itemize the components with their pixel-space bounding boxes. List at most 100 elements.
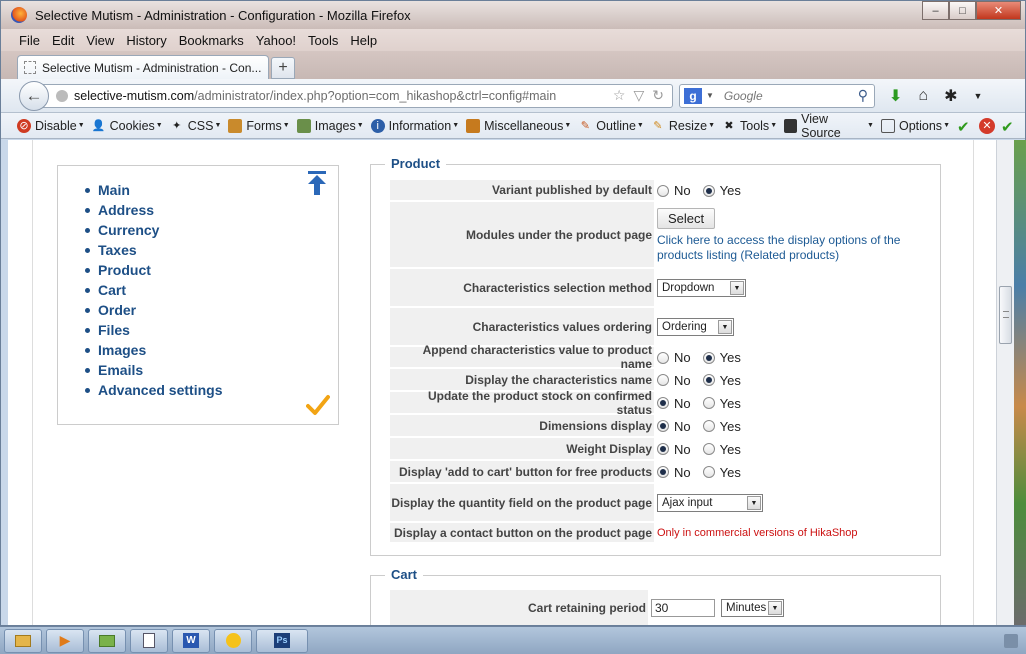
add-to-cart-free-yes-radio[interactable] — [702, 466, 715, 478]
bookmark-star-icon[interactable]: ☆ — [613, 87, 626, 104]
append-char-no-radio[interactable] — [657, 351, 669, 364]
taskbar-word[interactable]: W — [172, 628, 210, 653]
taskbar-network[interactable] — [88, 628, 126, 653]
page-viewport: Main Address Currency Taxes Product Cart… — [8, 140, 996, 625]
display-options-link[interactable]: Click here to access the display options… — [657, 233, 900, 263]
error-icon[interactable]: ✕ — [979, 117, 995, 134]
tool-information[interactable]: i Information ▼ — [370, 118, 460, 133]
tab-selective-mutism[interactable]: Selective Mutism - Administration - Con.… — [17, 55, 269, 79]
back-to-top-icon[interactable] — [306, 169, 328, 197]
bullet-icon — [85, 387, 90, 393]
search-bar[interactable]: g ▼ Google ⚲ — [679, 83, 875, 108]
bullet-icon — [85, 287, 90, 293]
url-bar[interactable]: selective-mutism.com/administrator/index… — [43, 83, 673, 108]
menu-link-main[interactable]: Main — [85, 180, 222, 200]
cart-retaining-unit-dropdown[interactable]: Minutes ▼ — [721, 599, 784, 617]
menu-link-label: Product — [98, 262, 151, 278]
caret-icon: ▼ — [155, 122, 163, 129]
weight-yes-radio[interactable] — [702, 443, 715, 455]
char-selection-dropdown[interactable]: Dropdown ▼ — [657, 279, 746, 297]
menu-view[interactable]: View — [80, 33, 120, 48]
select-modules-button[interactable]: Select — [657, 207, 716, 229]
display-char-name-yes-radio[interactable] — [702, 374, 715, 386]
pencil-icon: ✎ — [580, 120, 590, 132]
new-tab-button[interactable]: + — [271, 57, 295, 79]
maximize-button[interactable]: □ — [949, 1, 976, 20]
window-title: Selective Mutism - Administration - Conf… — [35, 7, 411, 23]
tool-view-source[interactable]: View Source ▼ — [784, 112, 874, 140]
menu-bookmarks[interactable]: Bookmarks — [173, 33, 250, 48]
chevron-down-icon[interactable]: ▼ — [973, 91, 982, 101]
home-icon[interactable]: ⌂ — [918, 87, 928, 105]
search-input[interactable]: Google — [724, 89, 858, 103]
scrollbar-thumb[interactable] — [999, 286, 1012, 344]
menu-link-order[interactable]: Order — [85, 300, 222, 320]
menu-link-images[interactable]: Images — [85, 340, 222, 360]
page-scrollbar[interactable] — [996, 140, 1014, 625]
tool-miscellaneous[interactable]: Miscellaneous ▼ — [466, 118, 571, 133]
close-button[interactable]: ✕ — [976, 1, 1021, 20]
tool-disable[interactable]: ⊘ Disable ▼ — [17, 118, 85, 133]
menu-link-cart[interactable]: Cart — [85, 280, 222, 300]
taskbar-explorer[interactable] — [4, 628, 42, 653]
menu-edit[interactable]: Edit — [46, 33, 80, 48]
tool-css[interactable]: ✦ CSS ▼ — [170, 119, 221, 133]
cart-retaining-period-input[interactable]: 30 — [651, 599, 715, 617]
dimensions-no-radio[interactable] — [657, 420, 669, 432]
taskbar-photoshop[interactable]: Ps — [256, 628, 308, 653]
variant-published-no-radio[interactable] — [657, 184, 669, 197]
css-valid-check-icon[interactable]: ✔ — [957, 118, 973, 136]
menu-help[interactable]: Help — [344, 33, 383, 48]
tool-cookies[interactable]: 👤 Cookies ▼ — [92, 119, 163, 133]
tool-resize[interactable]: ✎ Resize ▼ — [651, 119, 715, 133]
tool-forms[interactable]: Forms ▼ — [228, 118, 290, 133]
menu-tools[interactable]: Tools — [302, 33, 344, 48]
menu-link-currency[interactable]: Currency — [85, 220, 222, 240]
row-dimensions: Dimensions display No Yes — [390, 415, 935, 437]
char-ordering-dropdown[interactable]: Ordering ▼ — [657, 318, 734, 336]
title-bar: Selective Mutism - Administration - Conf… — [1, 1, 1025, 29]
tool-tools[interactable]: ✖ Tools ▼ — [722, 119, 777, 133]
tool-images[interactable]: Images ▼ — [296, 118, 364, 133]
search-engine-dropdown-icon[interactable]: ▼ — [706, 91, 714, 100]
menu-link-product[interactable]: Product — [85, 260, 222, 280]
search-icon[interactable]: ⚲ — [858, 87, 868, 104]
download-icon[interactable]: ⬇ — [889, 86, 902, 106]
dimensions-yes-radio[interactable] — [702, 420, 715, 432]
quantity-field-dropdown[interactable]: Ajax input ▼ — [657, 494, 763, 512]
update-stock-no-radio[interactable] — [657, 397, 669, 409]
taskbar-messenger[interactable] — [214, 628, 252, 653]
minimize-button[interactable]: – — [922, 1, 949, 20]
taskbar-document[interactable] — [130, 628, 168, 653]
menu-yahoo[interactable]: Yahoo! — [250, 33, 302, 48]
caret-icon: ▼ — [452, 122, 460, 129]
dropdown-arrow-icon[interactable]: ▽ — [633, 87, 644, 104]
bug-icon[interactable]: ✱ — [944, 86, 957, 106]
add-to-cart-free-no-radio[interactable] — [657, 466, 669, 478]
menu-link-advanced-settings[interactable]: Advanced settings — [85, 380, 222, 400]
menu-link-files[interactable]: Files — [85, 320, 222, 340]
taskbar-media-player[interactable]: ▶ — [46, 628, 84, 653]
variant-published-options: No Yes — [654, 180, 935, 201]
menu-file[interactable]: File — [13, 33, 46, 48]
append-char-label: Append characteristics value to product … — [390, 343, 654, 371]
tool-options[interactable]: Options ▼ — [880, 118, 950, 133]
back-button[interactable]: ← — [19, 80, 49, 111]
smiley-icon — [225, 633, 241, 648]
menu-link-taxes[interactable]: Taxes — [85, 240, 222, 260]
menu-link-address[interactable]: Address — [85, 200, 222, 220]
menu-link-label: Files — [98, 322, 130, 338]
tray-icon[interactable] — [1004, 633, 1018, 648]
weight-no-radio[interactable] — [657, 443, 669, 455]
menu-link-emails[interactable]: Emails — [85, 360, 222, 380]
menu-history[interactable]: History — [120, 33, 172, 48]
tool-outline[interactable]: ✎ Outline ▼ — [578, 119, 644, 133]
html-valid-check-icon[interactable]: ✔ — [1001, 118, 1017, 136]
update-stock-yes-radio[interactable] — [702, 397, 715, 409]
select-value: Dropdown — [662, 282, 715, 294]
variant-published-yes-radio[interactable] — [702, 184, 715, 197]
display-char-name-no-radio[interactable] — [657, 374, 669, 386]
append-char-yes-radio[interactable] — [702, 351, 715, 364]
google-icon[interactable]: g — [684, 87, 702, 104]
reload-icon[interactable]: ↻ — [652, 87, 664, 104]
